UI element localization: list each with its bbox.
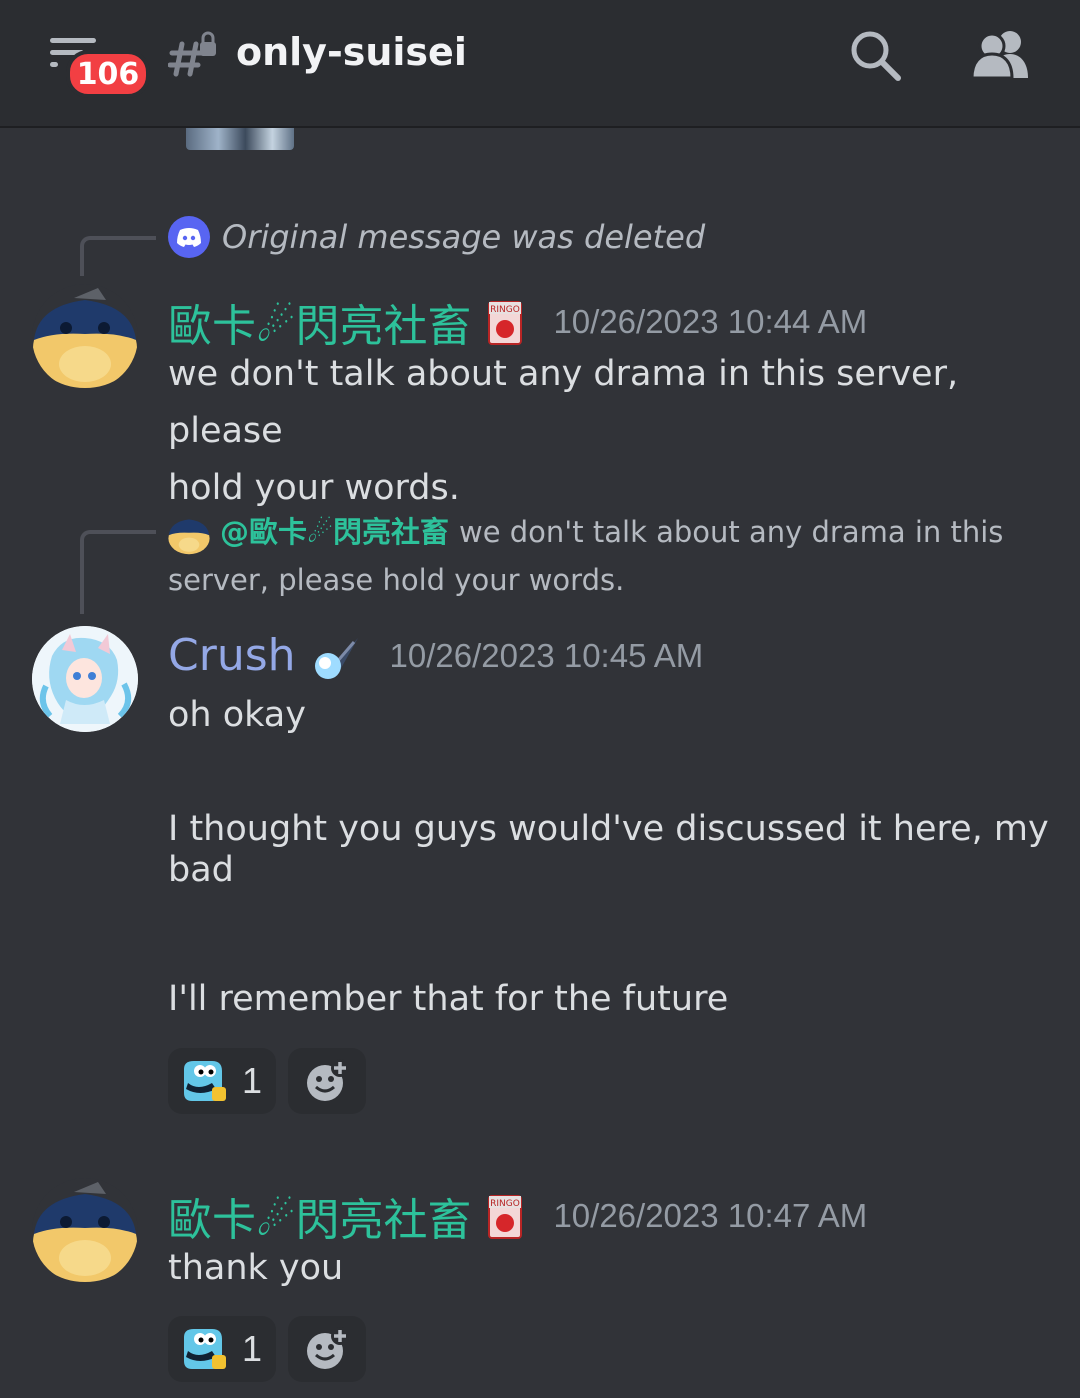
- ringo-juice-icon: RINGO: [488, 301, 523, 345]
- message-timestamp: 10/26/2023 10:47 AM: [553, 1197, 868, 1234]
- avatar[interactable]: [32, 626, 138, 732]
- deleted-message-notice: Original message was deleted: [222, 218, 706, 256]
- message-header: Crush 10/26/2023 10:45 AM: [168, 630, 703, 681]
- message-line: oh okay: [168, 695, 306, 735]
- ringo-juice-icon: RINGO: [488, 1195, 523, 1239]
- unread-badge: 106: [66, 50, 150, 98]
- message-header: 歐卡☄閃亮社畜 RINGO 10/26/2023 10:44 AM: [168, 290, 867, 354]
- avatar[interactable]: [32, 1178, 138, 1284]
- image-attachment-partial[interactable]: [186, 128, 294, 150]
- message-content: thank you: [168, 1240, 1058, 1297]
- message-line: I thought you guys would've discussed it…: [168, 809, 1049, 849]
- reaction-bar: 1: [168, 1316, 367, 1382]
- menu-button[interactable]: 106: [46, 34, 150, 98]
- comet-icon: [314, 637, 358, 679]
- reaction-button[interactable]: 1: [168, 1048, 277, 1114]
- username[interactable]: 歐卡☄閃亮社畜: [168, 1184, 471, 1248]
- thumbs-up-blob-icon: [184, 1061, 226, 1101]
- reaction-button[interactable]: 1: [168, 1316, 277, 1382]
- reply-mention[interactable]: @歐卡☄閃亮社畜: [220, 515, 449, 549]
- channel-title: only-suisei: [236, 30, 467, 74]
- message-timestamp: 10/26/2023 10:45 AM: [389, 636, 704, 674]
- message-line: thank you: [168, 1248, 344, 1288]
- reply-connector: [80, 530, 156, 614]
- message-line: I'll remember that for the future: [168, 979, 729, 1019]
- channel-header: 106 only-suisei: [0, 0, 1080, 128]
- add-reaction-button[interactable]: [288, 1048, 367, 1114]
- add-reaction-button[interactable]: [288, 1316, 367, 1382]
- avatar[interactable]: [32, 284, 138, 390]
- message-content: oh okay I thought you guys would've disc…: [168, 687, 1058, 1028]
- add-reaction-icon: [307, 1327, 350, 1369]
- search-icon[interactable]: [848, 28, 902, 82]
- discord-logo-icon: [168, 216, 210, 258]
- message-line: we don't talk about any drama in this se…: [168, 354, 959, 451]
- avatar: [168, 519, 210, 555]
- svg-text:RINGO: RINGO: [491, 1199, 521, 1209]
- reaction-count: 1: [242, 1060, 263, 1101]
- message-content: we don't talk about any drama in this se…: [168, 346, 1058, 517]
- svg-text:RINGO: RINGO: [491, 305, 521, 315]
- message-timestamp: 10/26/2023 10:44 AM: [553, 303, 868, 340]
- locked-hashtag-icon: [168, 31, 216, 77]
- reply-reference[interactable]: @歐卡☄閃亮社畜 we don't talk about any drama in…: [168, 508, 1048, 604]
- members-icon[interactable]: [970, 28, 1032, 80]
- thumbs-up-blob-icon: [184, 1329, 226, 1369]
- reaction-bar: 1: [168, 1048, 367, 1114]
- add-reaction-icon: [307, 1059, 350, 1101]
- reply-text: server, please hold your words.: [168, 563, 625, 597]
- username[interactable]: Crush: [168, 630, 296, 681]
- reply-connector: [80, 236, 156, 276]
- deleted-reply-reference[interactable]: Original message was deleted: [168, 216, 705, 258]
- username[interactable]: 歐卡☄閃亮社畜: [168, 290, 471, 354]
- reply-text: we don't talk about any drama in this: [459, 515, 1004, 549]
- message-header: 歐卡☄閃亮社畜 RINGO 10/26/2023 10:47 AM: [168, 1184, 867, 1248]
- reaction-count: 1: [242, 1328, 263, 1369]
